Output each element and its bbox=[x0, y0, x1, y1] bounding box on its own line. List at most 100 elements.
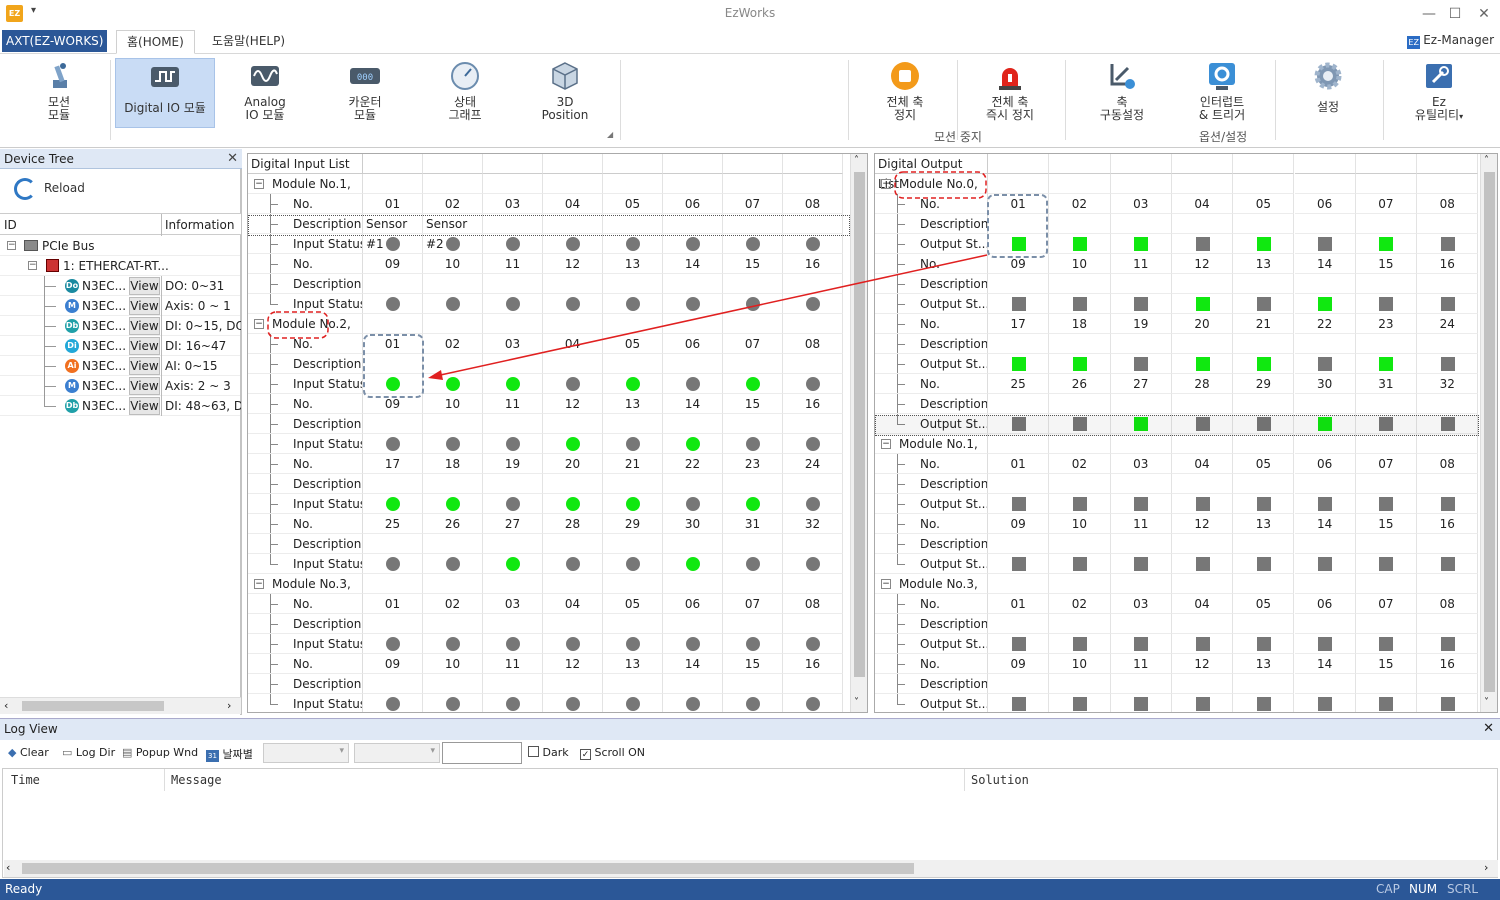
io-cell[interactable] bbox=[483, 234, 543, 254]
io-cell[interactable] bbox=[1233, 294, 1295, 314]
output-led-off[interactable] bbox=[1379, 637, 1394, 651]
output-led-off[interactable] bbox=[1195, 637, 1210, 651]
io-cell[interactable] bbox=[363, 634, 423, 654]
io-cell[interactable] bbox=[543, 234, 603, 254]
io-cell[interactable] bbox=[1171, 234, 1234, 254]
io-cell[interactable] bbox=[1233, 554, 1295, 574]
tab-home[interactable]: 홈(HOME) bbox=[116, 30, 195, 54]
reload-button[interactable]: Reload bbox=[14, 173, 85, 203]
log-hscrollbar[interactable]: ‹ › bbox=[4, 860, 1498, 877]
io-cell[interactable] bbox=[483, 494, 543, 514]
io-cell[interactable] bbox=[988, 554, 1050, 574]
scroll-up-icon[interactable]: ˄ bbox=[1484, 155, 1489, 166]
module-header-row[interactable]: − Module No.1, bbox=[248, 174, 363, 194]
io-cell[interactable] bbox=[1294, 234, 1356, 254]
output-led-on[interactable] bbox=[1256, 237, 1271, 251]
output-led-off[interactable] bbox=[1318, 557, 1333, 571]
output-led-off[interactable] bbox=[1011, 297, 1026, 311]
scroll-down-icon[interactable]: ˅ bbox=[1484, 697, 1489, 708]
io-cell[interactable] bbox=[1233, 354, 1295, 374]
io-cell[interactable] bbox=[988, 294, 1050, 314]
tab-help[interactable]: 도움말(HELP) bbox=[202, 30, 295, 54]
status-graph-button[interactable]: 상태 그래프 bbox=[420, 58, 510, 128]
interrupt-trigger-button[interactable]: 인터럽트 & 트리거 bbox=[1177, 58, 1267, 128]
scroll-thumb[interactable] bbox=[22, 863, 914, 874]
output-led-on[interactable] bbox=[1134, 237, 1149, 251]
stop-all-axes-button[interactable]: 전체 축 정지 bbox=[860, 58, 950, 128]
output-led-off[interactable] bbox=[1379, 417, 1394, 431]
io-cell[interactable] bbox=[1417, 634, 1479, 654]
scroll-right-icon[interactable]: › bbox=[1484, 861, 1488, 874]
clear-button[interactable]: ◆ Clear bbox=[8, 746, 49, 759]
collapse-icon[interactable]: − bbox=[28, 261, 37, 270]
io-cell[interactable] bbox=[543, 634, 603, 654]
io-cell[interactable] bbox=[483, 374, 543, 394]
io-cell[interactable] bbox=[783, 494, 843, 514]
io-cell[interactable] bbox=[1111, 694, 1172, 712]
minimize-button[interactable]: — bbox=[1418, 4, 1440, 24]
io-cell[interactable] bbox=[783, 434, 843, 454]
io-cell[interactable] bbox=[1110, 294, 1172, 314]
io-cell[interactable] bbox=[1417, 694, 1479, 712]
io-cell[interactable] bbox=[663, 554, 723, 574]
io-cell[interactable] bbox=[543, 374, 603, 394]
io-cell[interactable] bbox=[1355, 494, 1418, 514]
io-cell[interactable] bbox=[723, 494, 783, 514]
io-cell[interactable] bbox=[1049, 554, 1111, 574]
io-cell[interactable] bbox=[603, 554, 663, 574]
io-cell[interactable] bbox=[663, 494, 723, 514]
io-cell[interactable] bbox=[988, 234, 1050, 254]
output-led-on[interactable] bbox=[1134, 417, 1149, 431]
io-cell[interactable] bbox=[1171, 554, 1234, 574]
popup-wnd-button[interactable]: ▤ Popup Wnd bbox=[122, 746, 198, 759]
io-cell[interactable] bbox=[423, 374, 483, 394]
io-cell[interactable] bbox=[1049, 294, 1111, 314]
io-cell[interactable] bbox=[783, 234, 843, 254]
output-led-off[interactable] bbox=[1440, 237, 1455, 251]
output-led-off[interactable] bbox=[1440, 557, 1455, 571]
output-led-off[interactable] bbox=[1011, 557, 1026, 571]
output-led-off[interactable] bbox=[1134, 357, 1149, 371]
collapse-icon[interactable]: − bbox=[881, 439, 891, 449]
output-led-off[interactable] bbox=[1011, 697, 1026, 711]
io-cell[interactable] bbox=[1233, 494, 1295, 514]
io-cell[interactable] bbox=[543, 494, 603, 514]
close-icon[interactable]: ✕ bbox=[227, 149, 238, 169]
output-led-off[interactable] bbox=[1011, 417, 1026, 431]
io-cell[interactable] bbox=[543, 554, 603, 574]
digital-io-module-button[interactable]: Digital IO 모듈 bbox=[115, 58, 215, 128]
scroll-thumb[interactable] bbox=[22, 701, 164, 711]
io-cell[interactable] bbox=[1417, 494, 1479, 514]
output-led-off[interactable] bbox=[1256, 637, 1271, 651]
io-cell[interactable] bbox=[783, 694, 843, 712]
io-cell[interactable] bbox=[723, 634, 783, 654]
output-led-on[interactable] bbox=[1379, 237, 1394, 251]
output-led-off[interactable] bbox=[1256, 497, 1271, 511]
io-cell[interactable] bbox=[363, 294, 423, 314]
output-led-off[interactable] bbox=[1195, 237, 1210, 251]
date-from-dropdown[interactable]: ▾ bbox=[263, 743, 349, 763]
io-cell[interactable] bbox=[1356, 694, 1418, 712]
tree-row-module[interactable]: M N3EC... View Axis: 0 ~ 1 bbox=[0, 296, 240, 316]
output-led-off[interactable] bbox=[1195, 697, 1210, 711]
io-cell[interactable] bbox=[603, 374, 663, 394]
output-led-off[interactable] bbox=[1440, 357, 1455, 371]
io-cell[interactable] bbox=[603, 634, 663, 654]
output-led-on[interactable] bbox=[1011, 357, 1026, 371]
io-cell[interactable] bbox=[988, 354, 1050, 374]
input-list-vscrollbar[interactable]: ˄ ˅ bbox=[850, 154, 867, 712]
io-cell[interactable] bbox=[783, 294, 843, 314]
io-cell[interactable] bbox=[723, 434, 783, 454]
io-cell[interactable] bbox=[723, 234, 783, 254]
io-cell[interactable] bbox=[723, 694, 783, 712]
analog-io-module-button[interactable]: Analog IO 모듈 bbox=[220, 58, 310, 128]
tree-row-root[interactable]: − PCIe Bus bbox=[0, 236, 240, 256]
io-cell[interactable] bbox=[363, 434, 423, 454]
tree-row-node[interactable]: − 1: ETHERCAT-RT... bbox=[0, 256, 240, 276]
module-header-row[interactable]: − Module No.3, bbox=[248, 574, 363, 594]
io-cell[interactable] bbox=[363, 374, 423, 394]
io-cell[interactable] bbox=[1171, 494, 1234, 514]
io-cell[interactable] bbox=[1049, 634, 1111, 654]
io-cell[interactable] bbox=[603, 234, 663, 254]
io-cell[interactable] bbox=[1294, 294, 1356, 314]
